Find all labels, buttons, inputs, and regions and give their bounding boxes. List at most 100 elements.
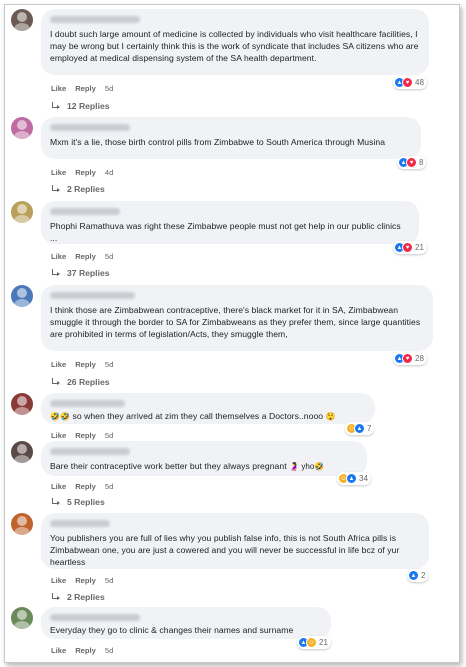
emoji: 😲: [325, 412, 336, 421]
avatar[interactable]: [11, 117, 33, 139]
author-name[interactable]: [50, 400, 125, 407]
reaction-count: 21: [319, 638, 328, 647]
view-replies-link[interactable]: 12 Replies: [51, 101, 110, 111]
author-name[interactable]: [50, 448, 130, 455]
reply-button[interactable]: Reply: [75, 360, 96, 369]
reply-arrow-icon: [51, 378, 61, 386]
comment-bubble: You publishers you are full of lies why …: [41, 513, 429, 569]
comments-panel: I doubt such large amount of medicine is…: [4, 4, 460, 663]
comment-text: 🤣🤣 so when they arrived at zim they call…: [50, 410, 366, 423]
author-name[interactable]: [50, 292, 135, 299]
like-button[interactable]: Like: [51, 84, 66, 93]
avatar[interactable]: [11, 9, 33, 31]
heart-icon: ♥: [406, 157, 417, 168]
view-replies-link[interactable]: 37 Replies: [51, 268, 110, 278]
avatar[interactable]: [11, 607, 33, 629]
timestamp[interactable]: 5d: [105, 84, 113, 93]
reaction-summary[interactable]: ▲ ♥ 48: [393, 76, 427, 89]
reply-arrow-icon: [51, 498, 61, 506]
reaction-count: 48: [415, 78, 424, 87]
view-replies-link[interactable]: 2 Replies: [51, 184, 105, 194]
timestamp[interactable]: 4d: [105, 168, 113, 177]
avatar[interactable]: [11, 441, 33, 463]
comment-text: Everyday they go to clinic & changes the…: [50, 625, 294, 635]
reply-button[interactable]: Reply: [75, 576, 96, 585]
like-button[interactable]: Like: [51, 576, 66, 585]
comment-bubble: 🤣🤣 so when they arrived at zim they call…: [41, 393, 375, 424]
reply-button[interactable]: Reply: [75, 252, 96, 261]
replies-count: 26 Replies: [67, 377, 110, 387]
timestamp[interactable]: 5d: [105, 252, 113, 261]
reaction-summary[interactable]: ▲ 2: [407, 569, 429, 582]
author-name[interactable]: [50, 124, 130, 131]
avatar[interactable]: [11, 201, 33, 223]
comment-bubble: Everyday they go to clinic & changes the…: [41, 607, 331, 639]
emoji: 🤣🤣: [50, 412, 71, 421]
author-name[interactable]: [50, 614, 140, 621]
reply-arrow-icon: [51, 269, 61, 277]
reaction-summary[interactable]: ▲ ☺ 21: [297, 636, 331, 649]
timestamp[interactable]: 5d: [105, 482, 113, 491]
reply-button[interactable]: Reply: [75, 482, 96, 491]
heart-icon: ♥: [402, 353, 413, 364]
reply-button[interactable]: Reply: [75, 431, 96, 440]
comment-bubble: I think those are Zimbabwean contracepti…: [41, 285, 433, 351]
reply-button[interactable]: Reply: [75, 646, 96, 655]
reply-arrow-icon: [51, 102, 61, 110]
reaction-count: 21: [415, 243, 424, 252]
avatar[interactable]: [11, 393, 33, 415]
reply-arrow-icon: [51, 185, 61, 193]
like-button[interactable]: Like: [51, 482, 66, 491]
reaction-count: 7: [367, 424, 372, 433]
comment-text: Phophi Ramathuva was right these Zimbabw…: [50, 221, 401, 244]
reaction-count: 28: [415, 354, 424, 363]
timestamp[interactable]: 5d: [105, 576, 113, 585]
replies-count: 5 Replies: [67, 497, 105, 507]
reaction-summary[interactable]: ☺ ▲ 34: [337, 472, 371, 485]
timestamp[interactable]: 5d: [105, 646, 113, 655]
comment-text: Bare their contraceptive work better but…: [50, 460, 358, 473]
author-name[interactable]: [50, 16, 140, 23]
view-replies-link[interactable]: 2 Replies: [51, 592, 105, 602]
replies-count: 2 Replies: [67, 592, 105, 602]
comment-bubble: Phophi Ramathuva was right these Zimbabw…: [41, 201, 419, 244]
heart-icon: ♥: [402, 77, 413, 88]
comment-text-body: so when they arrived at zim they call th…: [72, 411, 324, 421]
reaction-count: 2: [421, 571, 426, 580]
comment-bubble: Mxm it's a lie, those birth control pill…: [41, 117, 421, 159]
thumbs-up-icon: ▲: [346, 473, 357, 484]
view-replies-link[interactable]: 26 Replies: [51, 377, 110, 387]
reply-button[interactable]: Reply: [75, 84, 96, 93]
avatar[interactable]: [11, 513, 33, 535]
reply-arrow-icon: [51, 593, 61, 601]
timestamp[interactable]: 5d: [105, 360, 113, 369]
reaction-summary[interactable]: ▲ ♥ 8: [397, 156, 427, 169]
replies-count: 2 Replies: [67, 184, 105, 194]
author-name[interactable]: [50, 520, 110, 527]
comment-bubble: Bare their contraceptive work better but…: [41, 441, 367, 476]
like-button[interactable]: Like: [51, 252, 66, 261]
author-name[interactable]: [50, 208, 120, 215]
like-button[interactable]: Like: [51, 431, 66, 440]
thumbs-up-icon: ▲: [408, 570, 419, 581]
thumbs-up-icon: ▲: [354, 423, 365, 434]
reaction-summary[interactable]: ☺ ▲ 7: [345, 422, 375, 435]
comment-text: I doubt such large amount of medicine is…: [50, 29, 419, 64]
like-button[interactable]: Like: [51, 168, 66, 177]
emoji: 🤰 yho🤣: [289, 462, 325, 471]
reaction-summary[interactable]: ▲ ♥ 28: [393, 352, 427, 365]
like-button[interactable]: Like: [51, 646, 66, 655]
timestamp[interactable]: 5d: [105, 431, 113, 440]
like-button[interactable]: Like: [51, 360, 66, 369]
view-replies-link[interactable]: 5 Replies: [51, 497, 105, 507]
reaction-count: 34: [359, 474, 368, 483]
reaction-summary[interactable]: ▲ ♥ 21: [393, 241, 427, 254]
replies-count: 37 Replies: [67, 268, 110, 278]
comment-text: You publishers you are full of lies why …: [50, 533, 400, 568]
heart-icon: ♥: [402, 242, 413, 253]
comment-bubble: I doubt such large amount of medicine is…: [41, 9, 429, 75]
avatar[interactable]: [11, 285, 33, 307]
reaction-count: 8: [419, 158, 424, 167]
reply-button[interactable]: Reply: [75, 168, 96, 177]
replies-count: 12 Replies: [67, 101, 110, 111]
